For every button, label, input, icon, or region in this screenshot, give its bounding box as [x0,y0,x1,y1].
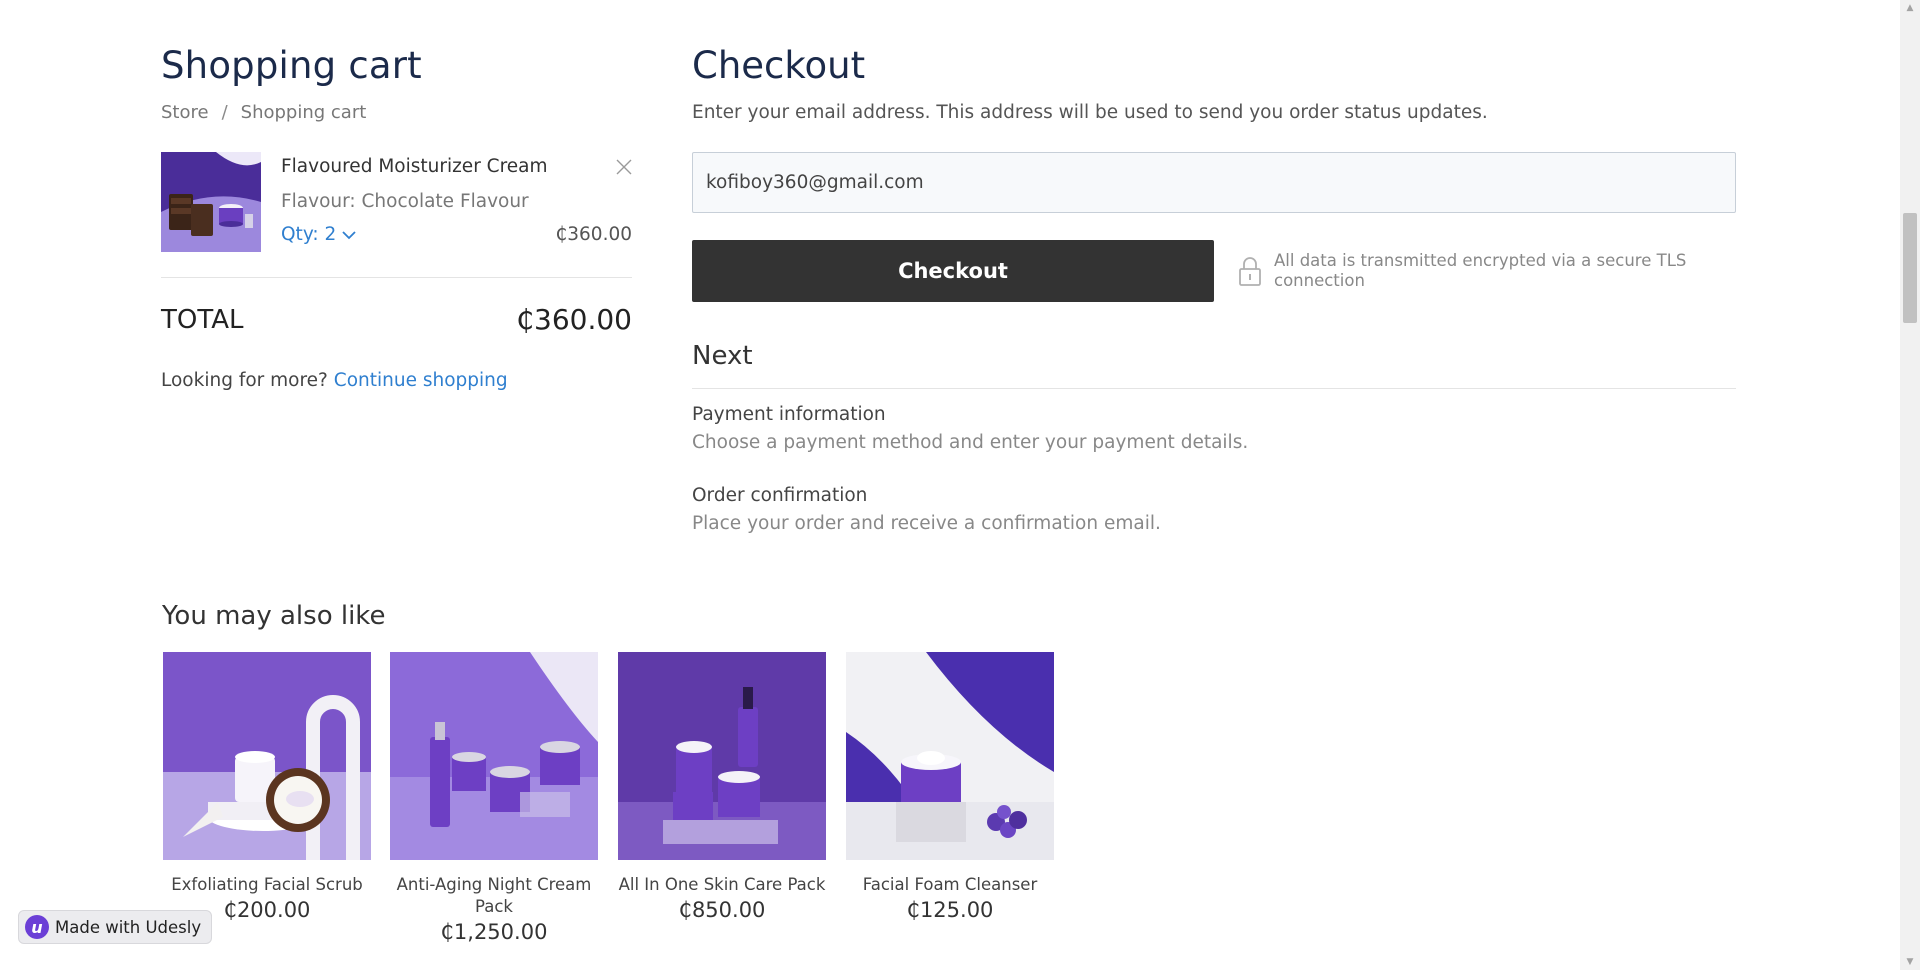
breadcrumb: Store / Shopping cart [161,102,366,123]
cart-divider [161,277,632,278]
cart-item-price: ₵360.00 [555,224,632,245]
checkout-title: Checkout [692,44,866,87]
scroll-up-arrow-icon[interactable]: ▲ [1900,0,1920,16]
checkout-button[interactable]: Checkout [692,240,1214,302]
product-price: ₵850.00 [678,898,766,922]
product-price: ₵125.00 [906,898,994,922]
badge-label: Made with Udesly [55,917,202,937]
checkout-description: Enter your email address. This address w… [692,102,1488,123]
step-confirmation-title: Order confirmation [692,485,868,506]
step-payment-title: Payment information [692,404,886,425]
next-divider [692,388,1736,389]
product-name: All In One Skin Care Pack [618,875,826,894]
product-name: Exfoliating Facial Scrub [171,875,363,894]
breadcrumb-store-link[interactable]: Store [161,102,209,123]
total-label: TOTAL [161,305,244,335]
scrollbar-thumb[interactable] [1903,213,1917,323]
cart-title: Shopping cart [161,44,422,87]
product-name: Anti-Aging Night Cream Pack [396,875,592,916]
scroll-down-arrow-icon[interactable]: ▼ [1900,954,1920,970]
secure-connection-note: All data is transmitted encrypted via a … [1274,251,1687,290]
product-image [846,652,1054,860]
remove-item-button[interactable] [615,158,633,176]
chevron-down-icon [342,224,356,245]
next-heading: Next [692,341,753,371]
cart-item-variant: Flavour: Chocolate Flavour [281,191,529,212]
lock-icon [1238,255,1262,287]
product-card-night-cream-pack[interactable]: Anti-Aging Night Cream Pack ₵1,250.00 [390,652,598,944]
email-field[interactable] [692,152,1736,213]
product-image [163,652,371,860]
product-name: Facial Foam Cleanser [862,875,1038,894]
product-image [390,652,598,860]
continue-shopping-row: Looking for more? Continue shopping [161,370,508,391]
cart-item-image [161,152,261,252]
total-value: ₵360.00 [516,303,632,336]
breadcrumb-separator: / [221,102,228,123]
step-payment-desc: Choose a payment method and enter your p… [692,432,1249,453]
made-with-udesly-badge[interactable]: u Made with Udesly [18,910,213,944]
continue-shopping-link[interactable]: Continue shopping [334,370,508,391]
udesly-logo-icon: u [25,915,49,939]
close-icon [615,159,633,180]
product-image [618,652,826,860]
qty-label: Qty: 2 [281,224,337,245]
breadcrumb-current: Shopping cart [240,102,367,123]
qty-dropdown[interactable]: Qty: 2 [281,224,356,245]
product-card-foam-cleanser[interactable]: Facial Foam Cleanser ₵125.00 [846,652,1054,922]
looking-for-more-text: Looking for more? [161,370,328,391]
product-card-exfoliating-scrub[interactable]: Exfoliating Facial Scrub ₵200.00 [163,652,371,922]
cart-item-name[interactable]: Flavoured Moisturizer Cream [281,156,548,177]
step-confirmation-desc: Place your order and receive a confirmat… [692,513,1161,534]
scrollbar-track[interactable] [1900,0,1920,970]
product-card-skin-care-pack[interactable]: All In One Skin Care Pack ₵850.00 [618,652,826,922]
product-price: ₵1,250.00 [440,920,548,944]
recommendations-title: You may also like [162,601,386,631]
